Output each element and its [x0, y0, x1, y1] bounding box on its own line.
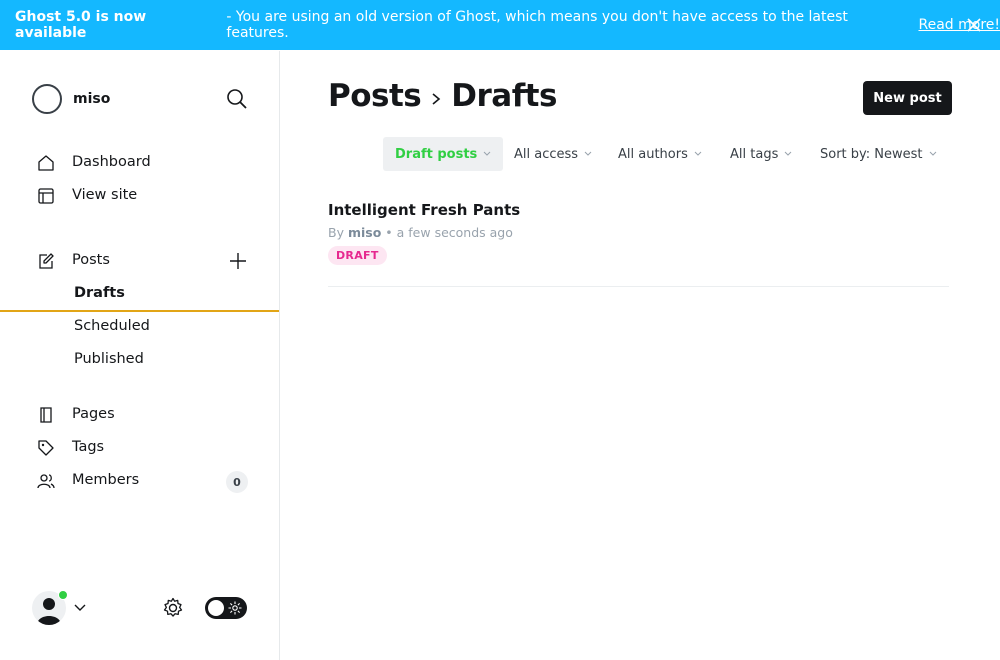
- filter-access-select[interactable]: All access: [502, 137, 604, 171]
- filter-type-select[interactable]: Draft posts: [383, 137, 504, 171]
- nav-posts-label: Posts: [72, 252, 110, 268]
- breadcrumb-posts[interactable]: Posts: [328, 78, 422, 114]
- page-title: Drafts: [451, 78, 557, 114]
- list-divider: [328, 286, 949, 287]
- chevron-down-icon: [694, 151, 702, 156]
- sun-icon: [228, 601, 242, 615]
- filter-authors-select[interactable]: All authors: [606, 137, 714, 171]
- page-icon: [40, 407, 52, 423]
- edit-icon: [39, 253, 54, 269]
- sort-select[interactable]: Sort by: Newest: [808, 137, 949, 171]
- site-brand[interactable]: miso: [32, 84, 110, 114]
- chevron-right-icon: [432, 93, 441, 105]
- chevron-down-icon: [929, 151, 936, 156]
- nav-members-label: Members: [72, 472, 140, 488]
- nav-dashboard-label: Dashboard: [72, 154, 151, 170]
- upgrade-banner: Ghost 5.0 is now available - You are usi…: [0, 0, 1000, 50]
- filter-type-label: Draft posts: [395, 146, 478, 162]
- site-logo-icon: [32, 84, 62, 114]
- filter-access-label: All access: [514, 146, 579, 162]
- chevron-down-icon[interactable]: [74, 602, 86, 612]
- search-icon[interactable]: [226, 88, 248, 110]
- sidebar: miso Dashboard View site Posts Drafts Sc…: [0, 51, 280, 660]
- filter-authors-label: All authors: [618, 146, 688, 162]
- new-post-button[interactable]: New post: [863, 81, 952, 115]
- breadcrumb: Posts Drafts: [328, 78, 557, 114]
- nav-scheduled[interactable]: Scheduled: [0, 312, 279, 342]
- tag-icon: [38, 440, 54, 456]
- chevron-down-icon: [584, 151, 592, 156]
- user-menu[interactable]: [32, 590, 68, 625]
- nav-drafts[interactable]: Drafts: [0, 279, 279, 312]
- members-icon: [37, 474, 55, 489]
- nav-dashboard[interactable]: Dashboard: [0, 148, 279, 178]
- sort-label: Sort by: Newest: [820, 146, 923, 162]
- status-badge: DRAFT: [328, 246, 387, 265]
- filter-tags-select[interactable]: All tags: [718, 137, 804, 171]
- dark-mode-toggle[interactable]: [205, 597, 247, 619]
- home-icon: [38, 155, 54, 171]
- nav-pages[interactable]: Pages: [0, 400, 279, 430]
- browser-icon: [38, 188, 54, 204]
- nav-view-site[interactable]: View site: [0, 181, 279, 211]
- banner-read-more-link[interactable]: Read more!: [919, 17, 1000, 33]
- chevron-down-icon: [483, 151, 491, 156]
- nav-tags[interactable]: Tags: [0, 433, 279, 463]
- post-author: miso: [347, 225, 382, 240]
- post-title-link[interactable]: Intelligent Fresh Pants: [328, 201, 520, 219]
- post-by: By: [328, 225, 344, 240]
- add-post-plus-icon[interactable]: [228, 251, 248, 271]
- post-time: • a few seconds ago: [385, 225, 513, 240]
- toggle-knob: [208, 600, 224, 616]
- nav-published[interactable]: Published: [0, 345, 279, 375]
- members-count-badge: 0: [226, 471, 248, 493]
- online-status-dot: [58, 590, 68, 600]
- nav-published-label: Published: [74, 351, 144, 367]
- chevron-down-icon: [784, 151, 792, 156]
- nav-tags-label: Tags: [72, 439, 105, 455]
- nav-drafts-label: Drafts: [74, 285, 125, 301]
- nav-scheduled-label: Scheduled: [74, 318, 150, 334]
- nav-pages-label: Pages: [72, 406, 115, 422]
- site-name: miso: [73, 91, 111, 107]
- post-meta: By miso • a few seconds ago: [328, 225, 513, 240]
- banner-headline: Ghost 5.0 is now available: [15, 9, 147, 41]
- filter-tags-label: All tags: [730, 146, 779, 162]
- gear-icon[interactable]: [162, 597, 184, 619]
- nav-view-site-label: View site: [72, 187, 138, 203]
- close-icon[interactable]: [966, 17, 982, 33]
- banner-message: - You are using an old version of Ghost,…: [226, 9, 848, 41]
